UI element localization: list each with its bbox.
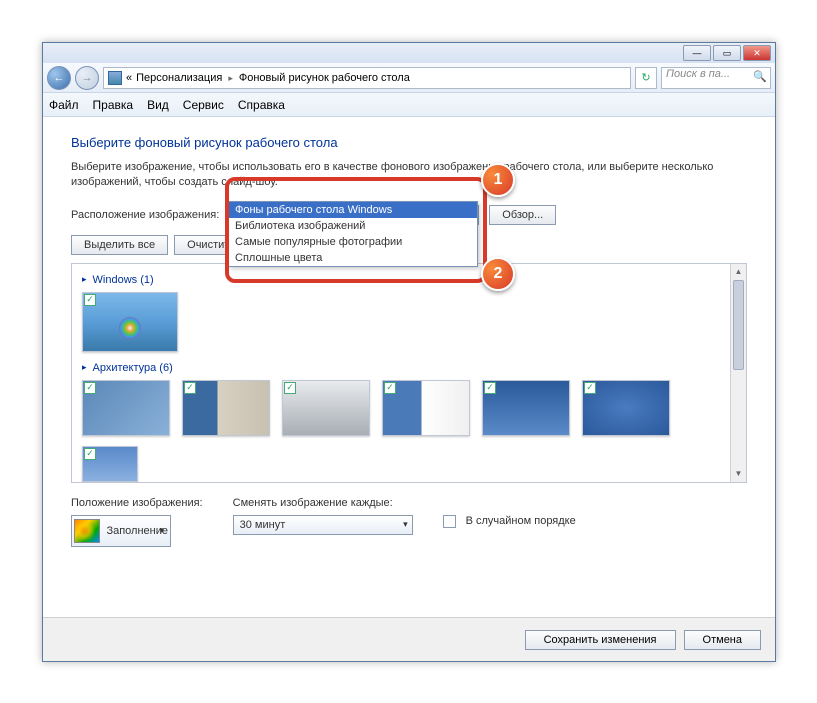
checkbox-icon[interactable]: ✓ (84, 294, 96, 306)
page-title: Выберите фоновый рисунок рабочего стола (71, 135, 747, 150)
group-header-architecture[interactable]: Архитектура (6) (82, 362, 736, 374)
content: Выберите фоновый рисунок рабочего стола … (43, 117, 775, 565)
search-input[interactable]: Поиск в па... (661, 67, 771, 89)
wallpaper-list: Windows (1) ✓ Архитектура (6) ✓ ✓ ✓ ✓ ✓ … (71, 263, 747, 483)
minimize-button[interactable]: — (683, 45, 711, 61)
footer: Сохранить изменения Отмена (43, 617, 775, 661)
thumb-image (82, 292, 178, 352)
position-combo[interactable]: Заполнение (71, 515, 171, 547)
close-button[interactable]: ✕ (743, 45, 771, 61)
control-panel-icon (108, 71, 122, 85)
checkbox-icon[interactable]: ✓ (184, 382, 196, 394)
forward-button[interactable]: → (75, 66, 99, 90)
menu-view[interactable]: Вид (147, 98, 169, 112)
scrollbar[interactable]: ▲ ▼ (730, 264, 746, 482)
position-swatch-icon (74, 519, 100, 543)
checkbox-icon[interactable]: ✓ (284, 382, 296, 394)
select-all-button[interactable]: Выделить все (71, 235, 168, 255)
dropdown-item[interactable]: Фоны рабочего стола Windows (229, 202, 477, 218)
navbar: ← → « Персонализация Фоновый рисунок раб… (43, 63, 775, 93)
scroll-down-icon[interactable]: ▼ (731, 466, 746, 482)
wallpaper-thumb[interactable]: ✓ (82, 380, 170, 436)
menu-edit[interactable]: Правка (93, 98, 134, 112)
change-interval-value: 30 минут (240, 519, 286, 531)
breadcrumb[interactable]: « Персонализация Фоновый рисунок рабочег… (103, 67, 631, 89)
wallpaper-thumb[interactable]: ✓ (182, 380, 270, 436)
back-button[interactable]: ← (47, 66, 71, 90)
cancel-button[interactable]: Отмена (684, 630, 761, 650)
menubar: Файл Правка Вид Сервис Справка (43, 93, 775, 117)
position-value: Заполнение (106, 525, 168, 537)
random-checkbox[interactable] (443, 515, 456, 528)
maximize-button[interactable]: ▭ (713, 45, 741, 61)
location-dropdown: Фоны рабочего стола Windows Библиотека и… (228, 201, 478, 267)
wallpaper-thumb[interactable]: ✓ (82, 292, 178, 352)
dropdown-item[interactable]: Сплошные цвета (229, 250, 477, 266)
page-description: Выберите изображение, чтобы использовать… (71, 160, 747, 191)
breadcrumb-item[interactable]: Фоновый рисунок рабочего стола (239, 72, 410, 84)
breadcrumb-item[interactable]: Персонализация (136, 72, 222, 84)
checkbox-icon[interactable]: ✓ (584, 382, 596, 394)
menu-service[interactable]: Сервис (183, 98, 224, 112)
browse-button[interactable]: Обзор... (489, 205, 556, 225)
breadcrumb-separator-icon (226, 72, 235, 84)
window: — ▭ ✕ ← → « Персонализация Фоновый рисун… (42, 42, 776, 662)
random-label: В случайном порядке (466, 515, 576, 527)
dropdown-item[interactable]: Самые популярные фотографии (229, 234, 477, 250)
wallpaper-thumb[interactable]: ✓ (482, 380, 570, 436)
group-header-windows[interactable]: Windows (1) (82, 274, 736, 286)
wallpaper-thumb[interactable]: ✓ (282, 380, 370, 436)
scroll-up-icon[interactable]: ▲ (731, 264, 746, 280)
refresh-button[interactable]: ↻ (635, 67, 657, 89)
menu-file[interactable]: Файл (49, 98, 79, 112)
group-label: Архитектура (6) (93, 362, 173, 374)
group-label: Windows (1) (93, 274, 154, 286)
wallpaper-thumb[interactable]: ✓ (82, 446, 138, 482)
checkbox-icon[interactable]: ✓ (84, 448, 96, 460)
checkbox-icon[interactable]: ✓ (384, 382, 396, 394)
checkbox-icon[interactable]: ✓ (84, 382, 96, 394)
checkbox-icon[interactable]: ✓ (484, 382, 496, 394)
save-button[interactable]: Сохранить изменения (525, 630, 676, 650)
change-interval-label: Сменять изображение каждые: (233, 497, 413, 509)
wallpaper-thumb[interactable]: ✓ (382, 380, 470, 436)
menu-help[interactable]: Справка (238, 98, 285, 112)
location-label: Расположение изображения: (71, 209, 219, 221)
scrollbar-thumb[interactable] (733, 280, 744, 370)
position-label: Положение изображения: (71, 497, 203, 509)
wallpaper-thumb[interactable]: ✓ (582, 380, 670, 436)
search-placeholder: Поиск в па... (666, 68, 730, 80)
titlebar: — ▭ ✕ (43, 43, 775, 63)
breadcrumb-prefix: « (126, 72, 132, 84)
dropdown-item[interactable]: Библиотека изображений (229, 218, 477, 234)
change-interval-combo[interactable]: 30 минут (233, 515, 413, 535)
